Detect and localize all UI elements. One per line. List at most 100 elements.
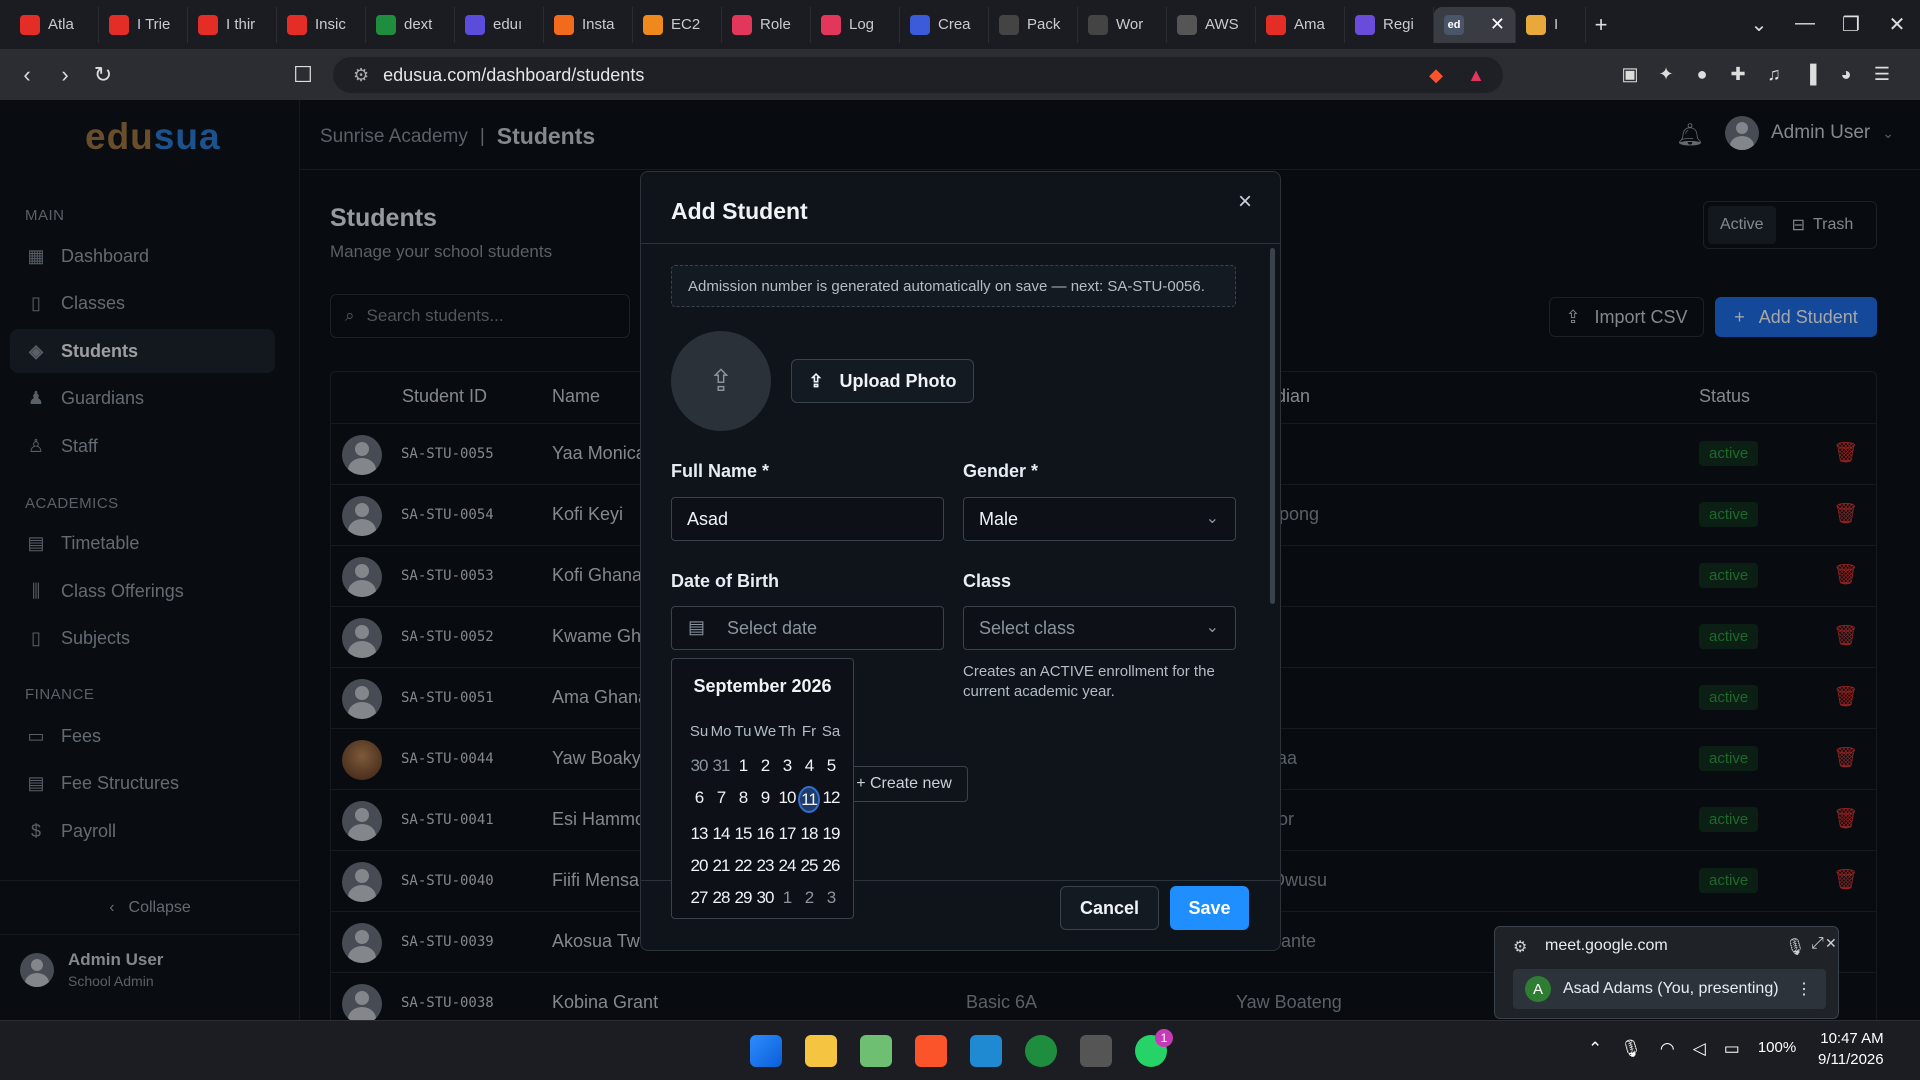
save-button[interactable]: Save bbox=[1170, 886, 1249, 930]
expand-icon[interactable]: ⤢ bbox=[1811, 935, 1824, 953]
minimize-icon[interactable]: — bbox=[1782, 12, 1828, 37]
calendar-day[interactable]: 30 bbox=[754, 886, 776, 909]
notepad-icon[interactable] bbox=[860, 1035, 892, 1067]
whatsapp-icon[interactable]: 1 bbox=[1135, 1029, 1173, 1067]
more-vert-icon[interactable]: ⋮ bbox=[1796, 979, 1812, 999]
extensions-puzzle-icon[interactable]: ✚ bbox=[1720, 64, 1756, 85]
calendar-day[interactable]: 6 bbox=[688, 786, 710, 813]
calendar-day[interactable]: 18 bbox=[798, 822, 820, 845]
calendar-day[interactable]: 8 bbox=[732, 786, 754, 813]
upload-photo-button[interactable]: ⇪ Upload Photo bbox=[791, 359, 974, 403]
clock[interactable]: 10:47 AM 9/11/2026 bbox=[1818, 1028, 1884, 1070]
calendar-day[interactable]: 12 bbox=[820, 786, 842, 813]
close-tab-icon[interactable]: ✕ bbox=[1490, 14, 1505, 35]
calendar-day[interactable]: 2 bbox=[754, 754, 776, 777]
calendar-day[interactable]: 22 bbox=[732, 854, 754, 877]
url-field[interactable]: ⚙ edusua.com/dashboard/students ◆ ▲ bbox=[333, 57, 1503, 93]
browser-tab[interactable]: Ama bbox=[1256, 6, 1345, 43]
calendar-day[interactable]: 29 bbox=[732, 886, 754, 909]
browser-tab[interactable]: Atla bbox=[10, 6, 99, 43]
tab-search-icon[interactable]: ⌄ bbox=[1736, 12, 1782, 37]
calendar-day[interactable]: 16 bbox=[754, 822, 776, 845]
battery-icon[interactable]: ▭ bbox=[1724, 1039, 1740, 1059]
browser-tab[interactable]: AWS bbox=[1167, 6, 1256, 43]
browser-tab[interactable]: Insta bbox=[544, 6, 633, 43]
calendar-day[interactable]: 19 bbox=[820, 822, 842, 845]
class-select[interactable]: Select class ⌄ bbox=[963, 606, 1236, 650]
mic-icon[interactable]: 🎙︎ bbox=[1620, 1039, 1642, 1059]
recording-tab[interactable]: I bbox=[1516, 6, 1586, 43]
browser-tab[interactable]: Wor bbox=[1078, 6, 1167, 43]
calendar-day[interactable]: 7 bbox=[710, 786, 732, 813]
site-info-icon[interactable]: ⚙ bbox=[353, 65, 369, 86]
calendar-day[interactable]: 3 bbox=[776, 754, 798, 777]
modal-scrollbar[interactable] bbox=[1270, 248, 1275, 604]
menu-icon[interactable]: ☰ bbox=[1864, 64, 1900, 85]
browser-tab[interactable]: Role bbox=[722, 6, 811, 43]
active-tab[interactable]: ed ✕ bbox=[1434, 6, 1516, 43]
maximize-icon[interactable]: ❐ bbox=[1828, 12, 1874, 37]
calendar-day[interactable]: 3 bbox=[820, 886, 842, 909]
app-icon[interactable] bbox=[1025, 1035, 1057, 1067]
calendar-day[interactable]: 24 bbox=[776, 854, 798, 877]
browser-tab[interactable]: Regi bbox=[1345, 6, 1434, 43]
calendar-day[interactable]: 4 bbox=[798, 754, 820, 777]
browser-tab[interactable]: I Trie bbox=[99, 6, 188, 43]
full-name-field[interactable]: Asad bbox=[671, 497, 944, 541]
calendar-day[interactable]: 27 bbox=[688, 886, 710, 909]
cancel-button[interactable]: Cancel bbox=[1060, 886, 1159, 930]
windows-start-icon[interactable] bbox=[750, 1035, 782, 1067]
calendar-day[interactable]: 13 bbox=[688, 822, 710, 845]
calendar-day[interactable]: 9 bbox=[754, 786, 776, 813]
calendar-day[interactable]: 30 bbox=[688, 754, 710, 777]
create-new-button[interactable]: + Create new bbox=[840, 766, 968, 802]
calendar-day[interactable]: 10 bbox=[776, 786, 798, 813]
calendar-day[interactable]: 11 bbox=[798, 786, 820, 813]
calendar-day[interactable]: 28 bbox=[710, 886, 732, 909]
vscode-icon[interactable] bbox=[970, 1035, 1002, 1067]
volume-icon[interactable]: ◁ bbox=[1693, 1039, 1706, 1059]
photo-placeholder[interactable]: ⇪ bbox=[671, 331, 771, 431]
calendar-day[interactable]: 25 bbox=[798, 854, 820, 877]
snipping-tool-icon[interactable] bbox=[1080, 1035, 1112, 1067]
browser-tab[interactable]: Log bbox=[811, 6, 900, 43]
browser-tab[interactable]: Insic bbox=[277, 6, 366, 43]
calendar-day[interactable]: 26 bbox=[820, 854, 842, 877]
gender-select[interactable]: Male ⌄ bbox=[963, 497, 1236, 541]
extension-icon[interactable]: ● bbox=[1684, 64, 1720, 85]
browser-tab[interactable]: dext bbox=[366, 6, 455, 43]
calendar-day[interactable]: 21 bbox=[710, 854, 732, 877]
close-window-icon[interactable]: ✕ bbox=[1874, 12, 1920, 37]
reload-icon[interactable]: ↻ bbox=[84, 62, 122, 88]
calendar-day[interactable]: 31 bbox=[710, 754, 732, 777]
wifi-icon[interactable]: ◠ bbox=[1660, 1039, 1675, 1059]
calendar-day[interactable]: 20 bbox=[688, 854, 710, 877]
new-tab-button[interactable]: + bbox=[1586, 12, 1616, 38]
browser-tab[interactable]: I thir bbox=[188, 6, 277, 43]
calendar-day[interactable]: 17 bbox=[776, 822, 798, 845]
close-icon[interactable]: × bbox=[1238, 188, 1252, 216]
file-explorer-icon[interactable] bbox=[805, 1035, 837, 1067]
browser-tab[interactable]: Crea bbox=[900, 6, 989, 43]
bookmark-icon[interactable]: ☐ bbox=[284, 62, 322, 88]
bitwarden-icon[interactable]: ▣ bbox=[1612, 64, 1648, 85]
close-icon[interactable]: ✕ bbox=[1825, 935, 1837, 952]
calendar-day[interactable]: 1 bbox=[732, 754, 754, 777]
browser-tab[interactable]: EC2 bbox=[633, 6, 722, 43]
sidebar-icon[interactable]: ▐ bbox=[1792, 64, 1828, 85]
brave-shield-icon[interactable]: ◆ bbox=[1429, 65, 1443, 86]
calendar-day[interactable]: 5 bbox=[820, 754, 842, 777]
browser-tab[interactable]: Pack bbox=[989, 6, 1078, 43]
browser-tab[interactable]: eduı bbox=[455, 6, 544, 43]
calendar-day[interactable]: 2 bbox=[798, 886, 820, 909]
brave-browser-icon[interactable] bbox=[915, 1035, 947, 1067]
calendar-day[interactable]: 23 bbox=[754, 854, 776, 877]
back-icon[interactable]: ‹ bbox=[8, 62, 46, 88]
calendar-day[interactable]: 1 bbox=[776, 886, 798, 909]
mic-icon[interactable]: 🎙︎ bbox=[1785, 937, 1805, 957]
calendar-day[interactable]: 14 bbox=[710, 822, 732, 845]
profile-icon[interactable]: ◕ bbox=[1828, 64, 1864, 85]
dob-field[interactable]: ▤ Select date bbox=[671, 606, 944, 650]
media-icon[interactable]: ♫ bbox=[1756, 64, 1792, 85]
brave-rewards-icon[interactable]: ▲ bbox=[1467, 65, 1485, 86]
